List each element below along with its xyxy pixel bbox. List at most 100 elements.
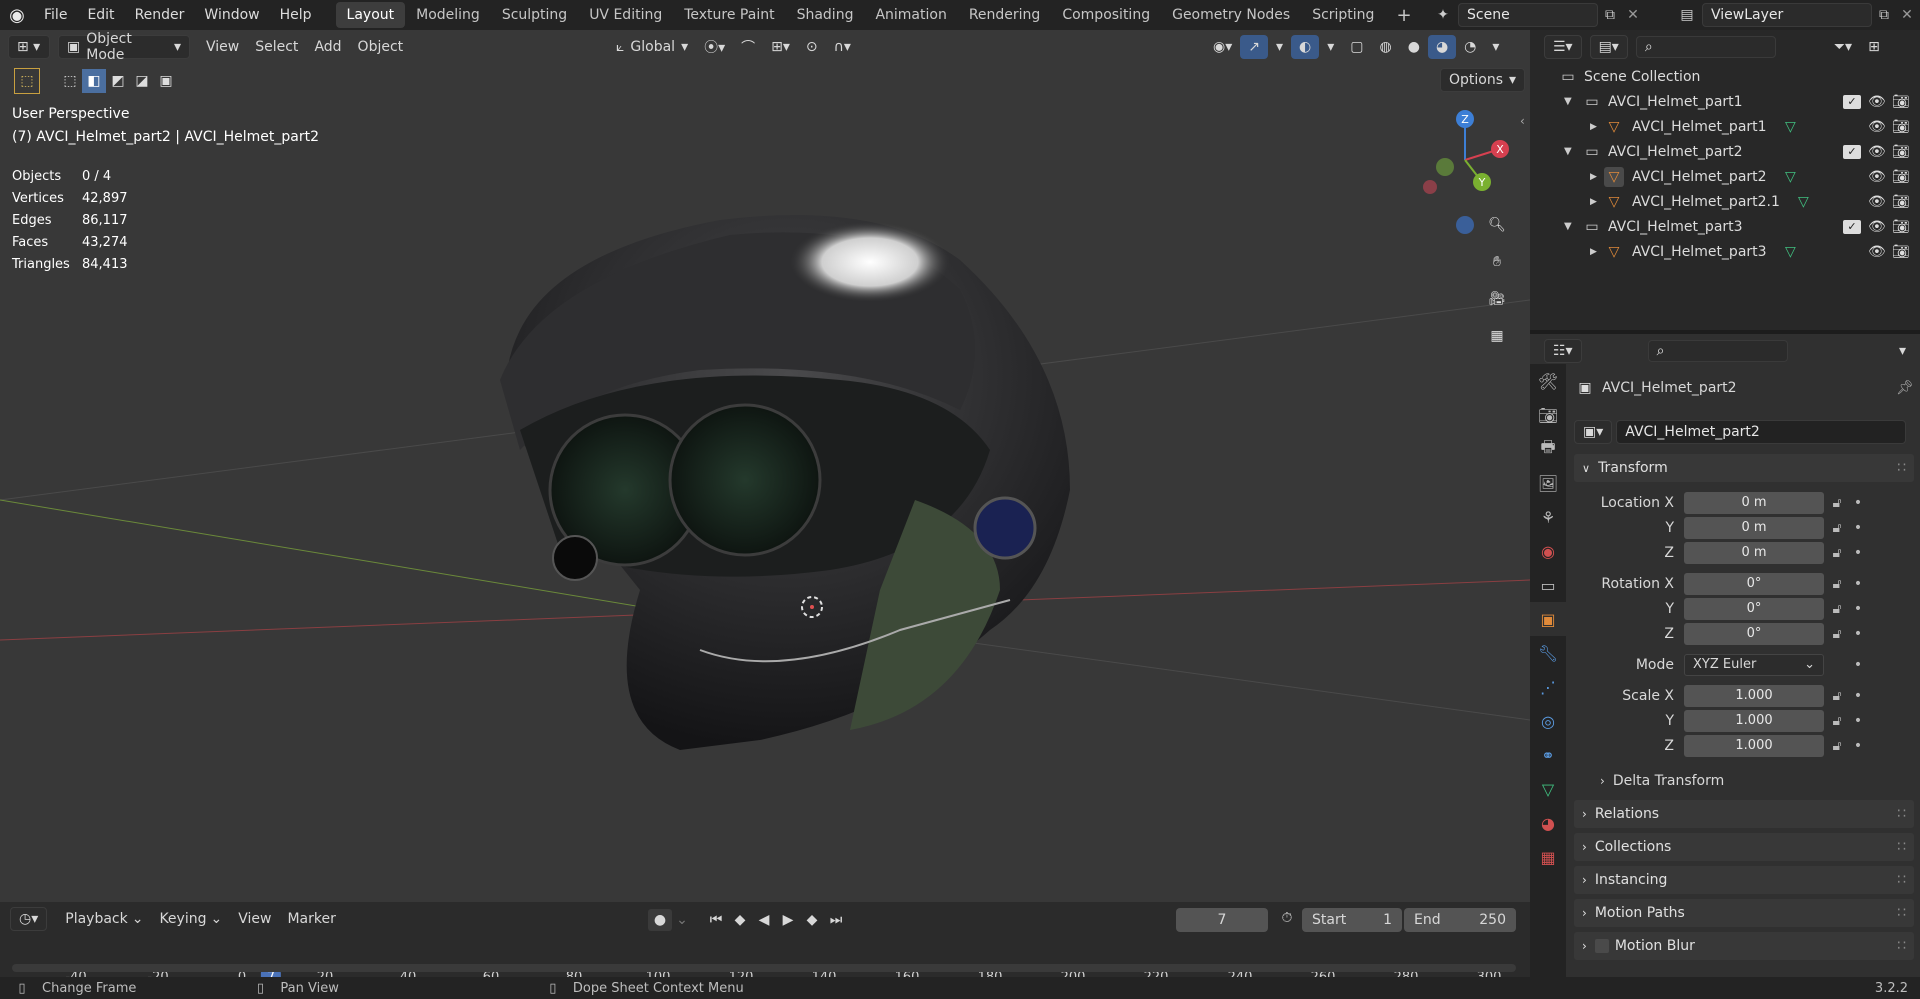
rendered-shading-icon[interactable]: ◔: [1456, 35, 1484, 59]
render-camera-icon[interactable]: 📷︎: [1892, 144, 1910, 160]
scale-x-field[interactable]: 1.000: [1684, 684, 1824, 707]
keyframe-dot-icon[interactable]: •: [1850, 688, 1866, 704]
collection-tab-icon[interactable]: ▭: [1530, 568, 1566, 602]
lock-icon[interactable]: 🔓︎: [1824, 576, 1850, 592]
select-new-icon[interactable]: ⬚: [58, 69, 82, 93]
rotation-z-field[interactable]: 0°: [1684, 622, 1824, 645]
pin-icon[interactable]: 📌︎: [1896, 380, 1914, 396]
tab-layout[interactable]: Layout: [335, 2, 406, 28]
solid-shading-icon[interactable]: ●: [1400, 35, 1428, 59]
timeline-view-menu[interactable]: View: [230, 907, 279, 931]
play-icon[interactable]: ▶: [776, 912, 800, 928]
tool-tab-icon[interactable]: 🛠︎: [1530, 364, 1566, 398]
data-tab-icon[interactable]: ▽: [1530, 772, 1566, 806]
scene-icon[interactable]: ✦: [1428, 7, 1458, 23]
eye-icon[interactable]: 👁︎: [1868, 219, 1886, 235]
modifier-tab-icon[interactable]: 🔧︎: [1530, 636, 1566, 670]
blender-logo-icon[interactable]: ◉: [0, 0, 34, 30]
eye-icon[interactable]: 👁︎: [1868, 144, 1886, 160]
outliner-object-row[interactable]: ▶ ▽ AVCI_Helmet_part3 ▽ 👁︎ 📷︎: [1530, 239, 1920, 264]
start-frame-field[interactable]: Start 1: [1302, 908, 1402, 932]
rotation-mode-dropdown[interactable]: XYZ Euler ⌄: [1684, 653, 1824, 676]
constraints-tab-icon[interactable]: ⚭: [1530, 738, 1566, 772]
drag-handle-icon[interactable]: ∷: [1897, 806, 1906, 822]
keyframe-dot-icon[interactable]: •: [1850, 520, 1866, 536]
lock-icon[interactable]: 🔓︎: [1824, 713, 1850, 729]
eye-icon[interactable]: 👁︎: [1868, 244, 1886, 260]
proportional-edit-icon[interactable]: ⊙: [798, 35, 826, 59]
scale-z-field[interactable]: 1.000: [1684, 734, 1824, 757]
properties-editor-type-icon[interactable]: ☷▾: [1544, 339, 1582, 363]
scene-collection-row[interactable]: ▭ Scene Collection: [1530, 64, 1920, 89]
outliner-editor-type-icon[interactable]: ☰▾: [1544, 35, 1582, 59]
ortho-grid-icon[interactable]: ▦: [1482, 321, 1512, 351]
xray-icon[interactable]: ▢: [1342, 35, 1371, 59]
properties-search-input[interactable]: ⌕: [1647, 340, 1788, 362]
expand-arrow-icon[interactable]: ▶: [1590, 247, 1604, 257]
options-dropdown[interactable]: Options ▾: [1440, 68, 1526, 92]
instancing-panel-header[interactable]: › Instancing ∷: [1574, 866, 1914, 894]
collections-panel-header[interactable]: › Collections ∷: [1574, 833, 1914, 861]
motion-paths-panel-header[interactable]: › Motion Paths ∷: [1574, 899, 1914, 927]
relations-panel-header[interactable]: › Relations ∷: [1574, 800, 1914, 828]
record-icon[interactable]: ●: [648, 909, 672, 931]
falloff-icon[interactable]: ∩▾: [826, 35, 859, 59]
record-options-icon[interactable]: ⌄: [672, 912, 692, 928]
location-x-field[interactable]: 0 m: [1684, 491, 1824, 514]
playback-menu[interactable]: Playback ⌄: [57, 907, 151, 931]
lock-icon[interactable]: 🔓︎: [1824, 495, 1850, 511]
object-tab-icon[interactable]: ▣: [1530, 602, 1566, 636]
physics-tab-icon[interactable]: ◎: [1530, 704, 1566, 738]
prev-keyframe-icon[interactable]: ◆: [728, 912, 752, 928]
drag-handle-icon[interactable]: ∷: [1897, 872, 1906, 888]
outliner-collection-row[interactable]: ▼ ▭ AVCI_Helmet_part3 ✓ 👁︎ 📷︎: [1530, 214, 1920, 239]
tab-modeling[interactable]: Modeling: [405, 2, 491, 28]
filter-icon[interactable]: ⏷▾: [1826, 35, 1860, 59]
shading-dropdown-icon[interactable]: ▾: [1484, 35, 1507, 59]
eye-icon[interactable]: 👁︎: [1868, 119, 1886, 135]
play-reverse-icon[interactable]: ◀: [752, 912, 776, 928]
transform-panel-header[interactable]: ∨ Transform ∷: [1574, 454, 1914, 482]
select-extend-icon[interactable]: ◧: [82, 69, 106, 93]
jump-end-icon[interactable]: ⏭: [824, 912, 848, 928]
outliner-object-row[interactable]: ▶ ▽ AVCI_Helmet_part2.1 ▽ 👁︎ 📷︎: [1530, 189, 1920, 214]
menu-select[interactable]: Select: [247, 35, 306, 59]
mesh-data-icon[interactable]: ▽: [1785, 169, 1796, 185]
gizmo-neg-y[interactable]: [1436, 158, 1454, 176]
new-viewlayer-icon[interactable]: ⧉: [1872, 7, 1896, 23]
overlay-dropdown-icon[interactable]: ▾: [1319, 35, 1342, 59]
lock-icon[interactable]: 🔓︎: [1824, 738, 1850, 754]
keyframe-dot-icon[interactable]: •: [1850, 576, 1866, 592]
exclude-checkbox[interactable]: ✓: [1843, 219, 1861, 234]
overlay-icon[interactable]: ◐: [1291, 35, 1320, 59]
delete-scene-icon[interactable]: ✕: [1622, 7, 1644, 23]
outliner-collection-row[interactable]: ▼ ▭ AVCI_Helmet_part1 ✓ 👁︎ 📷︎: [1530, 89, 1920, 114]
timeline-scrollbar[interactable]: [12, 964, 1516, 972]
exclude-checkbox[interactable]: ✓: [1843, 144, 1861, 159]
viewlayer-icon[interactable]: ▤: [1672, 7, 1702, 23]
tab-scripting[interactable]: Scripting: [1301, 2, 1385, 28]
exclude-checkbox[interactable]: ✓: [1843, 94, 1861, 109]
keyframe-dot-icon[interactable]: •: [1850, 626, 1866, 642]
transform-orientation-dropdown[interactable]: ⟀ Global ▾: [608, 35, 696, 59]
render-camera-icon[interactable]: 📷︎: [1892, 169, 1910, 185]
3d-viewport[interactable]: ⊞ ▾ ▣ Object Mode ▾ View Select Add Obje…: [0, 30, 1530, 902]
stopwatch-icon[interactable]: ⏱︎: [1276, 910, 1298, 926]
lock-icon[interactable]: 🔓︎: [1824, 520, 1850, 536]
visibility-icon[interactable]: ◉▾: [1205, 35, 1240, 59]
keyframe-dot-icon[interactable]: •: [1850, 657, 1866, 673]
gizmo-icon[interactable]: ↗: [1240, 35, 1268, 59]
expand-arrow-icon[interactable]: ▶: [1590, 172, 1604, 182]
keyframe-dot-icon[interactable]: •: [1850, 495, 1866, 511]
motion-blur-checkbox[interactable]: [1594, 939, 1609, 953]
new-scene-icon[interactable]: ⧉: [1598, 7, 1622, 23]
outliner-object-row[interactable]: ▶ ▽ AVCI_Helmet_part2 ▽ 👁︎ 📷︎: [1530, 164, 1920, 189]
timeline-editor-type-icon[interactable]: ◷▾: [10, 907, 48, 931]
keyframe-dot-icon[interactable]: •: [1850, 738, 1866, 754]
texture-tab-icon[interactable]: ▦: [1530, 840, 1566, 874]
collapse-arrow-icon[interactable]: ▼: [1564, 146, 1582, 157]
render-camera-icon[interactable]: 📷︎: [1892, 244, 1910, 260]
camera-icon[interactable]: 🎥︎: [1482, 284, 1512, 314]
outliner-object-row[interactable]: ▶ ▽ AVCI_Helmet_part1 ▽ 👁︎ 📷︎: [1530, 114, 1920, 139]
menu-object[interactable]: Object: [350, 35, 412, 59]
